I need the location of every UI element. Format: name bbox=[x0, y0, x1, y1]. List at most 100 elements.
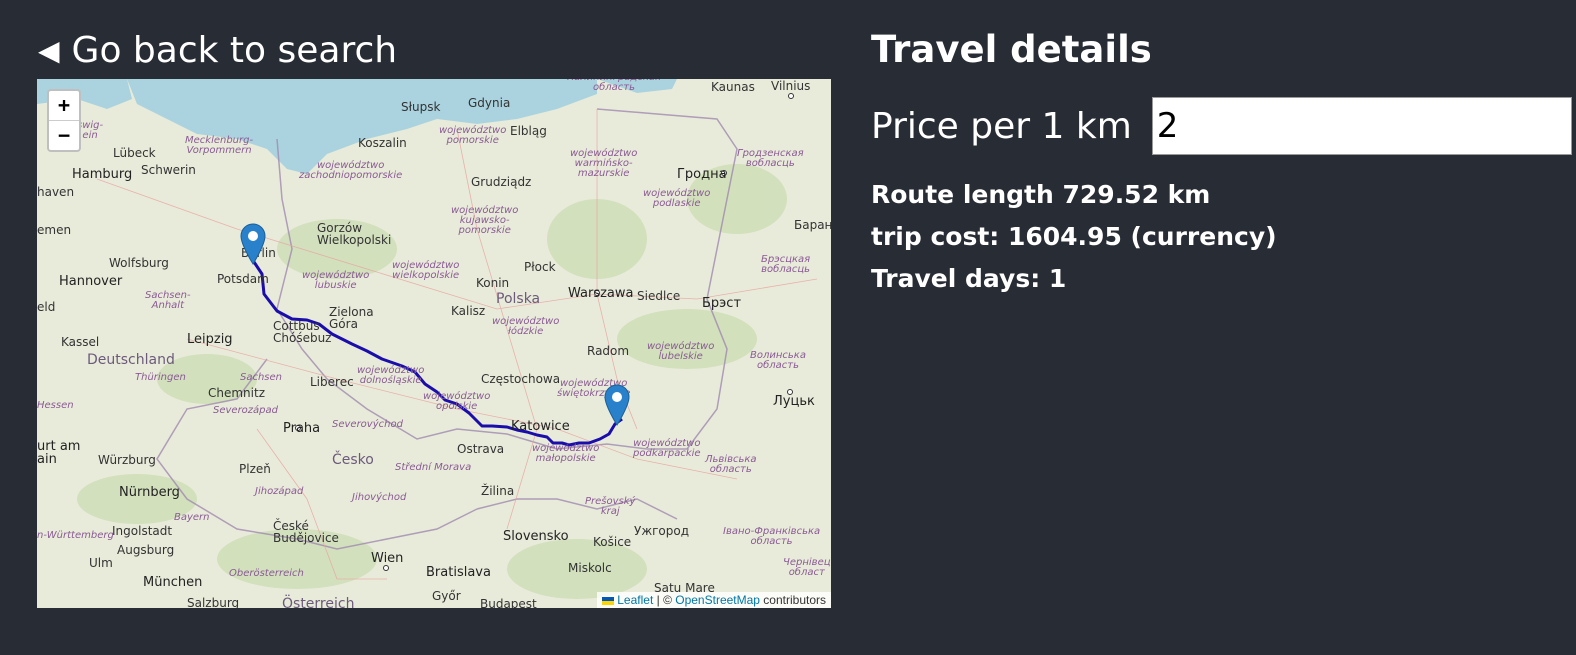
map-label: Bratislava bbox=[426, 565, 491, 580]
back-to-search-label: Go back to search bbox=[71, 30, 398, 71]
price-per-km-label: Price per 1 km bbox=[871, 105, 1132, 147]
ukraine-flag-icon bbox=[602, 596, 615, 605]
map-label: Hannover bbox=[59, 274, 123, 289]
map-label: województwo podlaskie bbox=[643, 188, 711, 209]
map-label: Nürnberg bbox=[119, 485, 180, 500]
map-label: Siedlce bbox=[637, 289, 681, 303]
map-label: Elbląg bbox=[510, 124, 547, 138]
map-label: Hamburg bbox=[72, 167, 133, 182]
leaflet-link[interactable]: Leaflet bbox=[617, 593, 653, 607]
map-label: Warszawa bbox=[568, 286, 634, 301]
map-label: Wien bbox=[371, 551, 404, 566]
map-label: województwo lubuskie bbox=[302, 270, 370, 291]
map-label: Ulm bbox=[89, 556, 113, 570]
map-label: Калининградская область bbox=[567, 79, 661, 93]
map-label: województwo małopolskie bbox=[532, 443, 600, 464]
map-label: województwo kujawsko- pomorskie bbox=[451, 205, 519, 236]
map-label: Leipzig bbox=[187, 332, 233, 347]
map-label: München bbox=[143, 575, 203, 590]
map-label: Hessen bbox=[37, 400, 74, 411]
map-label: Cottbus Chóśebuz bbox=[273, 319, 332, 345]
map-label: województwo wielkopolskie bbox=[392, 260, 460, 281]
map-label: haven bbox=[37, 185, 75, 199]
start-marker-icon[interactable] bbox=[240, 223, 266, 265]
map-label: Österreich bbox=[282, 596, 355, 608]
map-label: České Budějovice bbox=[273, 519, 339, 545]
map-label: Budapest bbox=[480, 597, 537, 608]
price-per-km-input[interactable] bbox=[1151, 97, 1572, 155]
map-label: Deutschland bbox=[87, 352, 175, 368]
map-label: Gdynia bbox=[468, 96, 511, 110]
travel-days-text: Travel days: 1 bbox=[871, 264, 1067, 293]
map-label: Thüringen bbox=[135, 372, 186, 383]
map-label: Mecklenburg- Vorpommern bbox=[185, 135, 254, 156]
map-label: województwo podkarpackie bbox=[633, 438, 701, 459]
travel-details-title: Travel details bbox=[871, 28, 1152, 71]
map-label: województwo pomorskie bbox=[439, 125, 507, 146]
map-label: Брэст bbox=[702, 296, 742, 311]
map-label: Jihozápad bbox=[255, 486, 304, 497]
map-label: Płock bbox=[524, 260, 556, 274]
map-label: Брэсцкая вобласць bbox=[761, 254, 811, 275]
map-label: Střední Morava bbox=[395, 462, 472, 473]
map-label: Severozápad bbox=[213, 405, 278, 416]
map-label: Katowice bbox=[511, 419, 570, 434]
map-label: Radom bbox=[587, 344, 630, 358]
map-label: Liberec bbox=[310, 375, 354, 389]
map-label: Jihovýchod bbox=[352, 492, 407, 503]
route-map[interactable]: Калининградская область Kaunas Vilnius s… bbox=[37, 79, 831, 608]
map-label: urt am ain bbox=[37, 439, 81, 467]
map-label: województwo lubelskie bbox=[647, 341, 715, 362]
attribution-suffix: contributors bbox=[759, 593, 826, 607]
map-label: Győr bbox=[432, 589, 461, 603]
map-attribution: Leaflet | © OpenStreetMap contributors bbox=[597, 592, 831, 608]
map-label: Гродна bbox=[677, 167, 727, 182]
map-label: Potsdam bbox=[217, 272, 269, 286]
map-label: Plzeň bbox=[239, 462, 271, 476]
map-label: Česko bbox=[332, 452, 374, 468]
map-label: Chemnitz bbox=[208, 386, 265, 400]
map-label: Івано-Франківська область bbox=[723, 526, 821, 547]
map-label: Severovýchod bbox=[332, 419, 403, 430]
map-label: Bayern bbox=[174, 512, 210, 523]
price-row: Price per 1 km bbox=[871, 97, 1572, 155]
map-label: Sachsen- Anhalt bbox=[145, 290, 191, 311]
map-label: Žilina bbox=[481, 484, 515, 498]
trip-stats: Route length 729.52 km trip cost: 1604.9… bbox=[871, 174, 1561, 300]
attribution-separator: | © bbox=[653, 593, 676, 607]
map-label: Гродзенская вобласць bbox=[737, 148, 804, 169]
map-label: Kalisz bbox=[451, 304, 486, 318]
openstreetmap-link[interactable]: OpenStreetMap bbox=[675, 593, 760, 607]
map-label: Konin bbox=[476, 276, 510, 290]
map-label: Salzburg bbox=[187, 596, 240, 608]
map-label: Würzburg bbox=[98, 453, 156, 467]
map-label: Zielona Góra bbox=[329, 305, 374, 331]
map-label: Schwerin bbox=[141, 163, 196, 177]
map-label: województwo dolnośląskie bbox=[357, 365, 425, 386]
back-to-search-link[interactable]: ◀ Go back to search bbox=[38, 30, 397, 71]
map-label: województwo warmińsko- mazurskie bbox=[570, 148, 638, 179]
map-label: eld bbox=[37, 300, 56, 314]
map-label: Чернівец област bbox=[783, 557, 831, 578]
zoom-out-button[interactable]: − bbox=[49, 120, 79, 150]
map-label: województwo łódzkie bbox=[492, 316, 560, 337]
map-label: Ostrava bbox=[457, 442, 505, 456]
triangle-left-icon: ◀ bbox=[38, 34, 60, 67]
map-label: Miskolc bbox=[568, 561, 612, 575]
map-label: Wolfsburg bbox=[109, 256, 169, 270]
map-label: Vilnius bbox=[771, 79, 811, 93]
map-label: Львівська область bbox=[705, 454, 757, 475]
zoom-in-button[interactable]: + bbox=[49, 91, 79, 120]
zoom-control: + − bbox=[47, 89, 81, 152]
map-label: Košice bbox=[593, 535, 632, 549]
travel-details-panel: Travel details Price per 1 km Route leng… bbox=[871, 28, 1572, 300]
map-label: Луцьк bbox=[773, 394, 815, 409]
map-label: Ingolstadt bbox=[112, 524, 173, 538]
map-label: Polska bbox=[496, 291, 541, 307]
route-length-text: Route length 729.52 km bbox=[871, 180, 1211, 209]
map-label: Koszalin bbox=[358, 136, 407, 150]
trip-cost-text: trip cost: 1604.95 (currency) bbox=[871, 222, 1277, 251]
map-label: województwo zachodniopomorskie bbox=[299, 160, 403, 181]
end-marker-icon[interactable] bbox=[604, 384, 630, 426]
map-label: Slovensko bbox=[503, 529, 569, 544]
